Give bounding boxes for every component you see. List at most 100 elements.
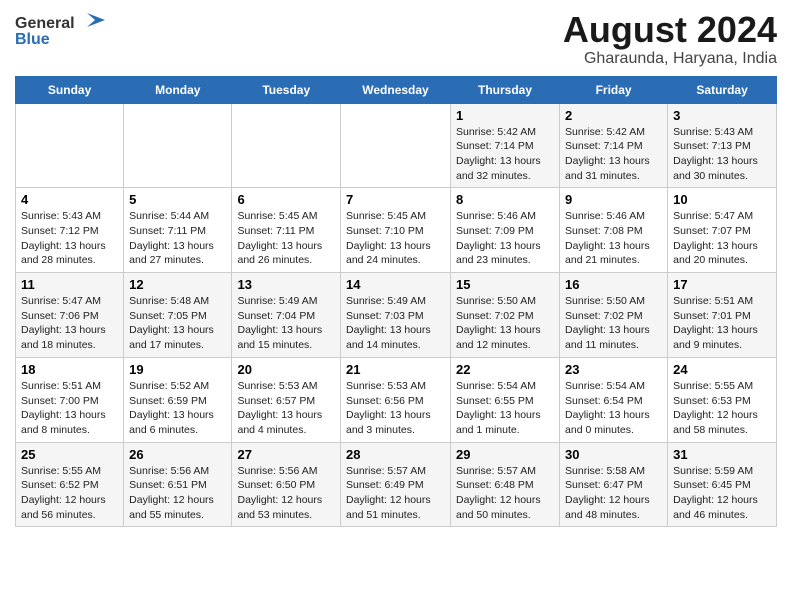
day-number: 14 bbox=[346, 277, 445, 292]
calendar-cell: 9 Sunrise: 5:46 AM Sunset: 7:08 PM Daylig… bbox=[560, 188, 668, 273]
calendar-cell: 8Sunrise: 5:46 AM Sunset: 7:09 PM Daylig… bbox=[451, 188, 560, 273]
day-info: Sunrise: 5:58 AM Sunset: 6:47 PM Dayligh… bbox=[565, 464, 662, 523]
day-number: 29 bbox=[456, 447, 554, 462]
calendar-cell bbox=[341, 103, 451, 188]
day-header-wednesday: Wednesday bbox=[341, 76, 451, 103]
calendar-cell: 6 Sunrise: 5:45 AM Sunset: 7:11 PM Daylig… bbox=[232, 188, 341, 273]
logo-svg: General Blue bbox=[15, 10, 125, 50]
day-number: 13 bbox=[237, 277, 335, 292]
day-info: Sunrise: 5:43 AM Sunset: 7:12 PM Dayligh… bbox=[21, 209, 118, 268]
day-info: Sunrise: 5:51 AM Sunset: 7:01 PM Dayligh… bbox=[673, 294, 771, 353]
header: General Blue August 2024 Gharaunda, Hary… bbox=[15, 10, 777, 68]
day-info: Sunrise: 5:51 AM Sunset: 7:00 PM Dayligh… bbox=[21, 379, 118, 438]
day-header-saturday: Saturday bbox=[668, 76, 777, 103]
day-info: Sunrise: 5:45 AM Sunset: 7:11 PM Dayligh… bbox=[237, 209, 335, 268]
day-info: Sunrise: 5:48 AM Sunset: 7:05 PM Dayligh… bbox=[129, 294, 226, 353]
calendar-cell: 27 Sunrise: 5:56 AM Sunset: 6:50 PM Dayli… bbox=[232, 442, 341, 527]
day-info: Sunrise: 5:59 AM Sunset: 6:45 PM Dayligh… bbox=[673, 464, 771, 523]
day-number: 25 bbox=[21, 447, 118, 462]
day-info: Sunrise: 5:47 AM Sunset: 7:07 PM Dayligh… bbox=[673, 209, 771, 268]
calendar-cell: 24 Sunrise: 5:55 AM Sunset: 6:53 PM Dayli… bbox=[668, 357, 777, 442]
calendar-cell: 20 Sunrise: 5:53 AM Sunset: 6:57 PM Dayli… bbox=[232, 357, 341, 442]
calendar-cell: 30 Sunrise: 5:58 AM Sunset: 6:47 PM Dayli… bbox=[560, 442, 668, 527]
calendar-table: SundayMondayTuesdayWednesdayThursdayFrid… bbox=[15, 76, 777, 528]
day-info: Sunrise: 5:43 AM Sunset: 7:13 PM Dayligh… bbox=[673, 125, 771, 184]
day-info: Sunrise: 5:55 AM Sunset: 6:53 PM Dayligh… bbox=[673, 379, 771, 438]
calendar-cell: 11 Sunrise: 5:47 AM Sunset: 7:06 PM Dayli… bbox=[16, 273, 124, 358]
calendar-cell: 3Sunrise: 5:43 AM Sunset: 7:13 PM Daylig… bbox=[668, 103, 777, 188]
day-info: Sunrise: 5:49 AM Sunset: 7:04 PM Dayligh… bbox=[237, 294, 335, 353]
day-number: 6 bbox=[237, 192, 335, 207]
calendar-cell bbox=[232, 103, 341, 188]
calendar-cell: 22Sunrise: 5:54 AM Sunset: 6:55 PM Dayli… bbox=[451, 357, 560, 442]
day-number: 5 bbox=[129, 192, 226, 207]
day-number: 1 bbox=[456, 108, 554, 123]
calendar-cell bbox=[124, 103, 232, 188]
day-info: Sunrise: 5:53 AM Sunset: 6:57 PM Dayligh… bbox=[237, 379, 335, 438]
day-header-friday: Friday bbox=[560, 76, 668, 103]
week-row-4: 18Sunrise: 5:51 AM Sunset: 7:00 PM Dayli… bbox=[16, 357, 777, 442]
day-info: Sunrise: 5:42 AM Sunset: 7:14 PM Dayligh… bbox=[565, 125, 662, 184]
day-info: Sunrise: 5:46 AM Sunset: 7:08 PM Dayligh… bbox=[565, 209, 662, 268]
calendar-cell: 19 Sunrise: 5:52 AM Sunset: 6:59 PM Dayli… bbox=[124, 357, 232, 442]
day-number: 30 bbox=[565, 447, 662, 462]
svg-text:General: General bbox=[15, 15, 75, 32]
calendar-cell: 17Sunrise: 5:51 AM Sunset: 7:01 PM Dayli… bbox=[668, 273, 777, 358]
svg-text:Blue: Blue bbox=[15, 31, 50, 48]
day-info: Sunrise: 5:50 AM Sunset: 7:02 PM Dayligh… bbox=[456, 294, 554, 353]
day-info: Sunrise: 5:45 AM Sunset: 7:10 PM Dayligh… bbox=[346, 209, 445, 268]
calendar-cell: 7 Sunrise: 5:45 AM Sunset: 7:10 PM Daylig… bbox=[341, 188, 451, 273]
calendar-cell: 14Sunrise: 5:49 AM Sunset: 7:03 PM Dayli… bbox=[341, 273, 451, 358]
day-info: Sunrise: 5:54 AM Sunset: 6:54 PM Dayligh… bbox=[565, 379, 662, 438]
day-header-tuesday: Tuesday bbox=[232, 76, 341, 103]
page-title: August 2024 bbox=[563, 10, 777, 50]
calendar-cell: 5 Sunrise: 5:44 AM Sunset: 7:11 PM Daylig… bbox=[124, 188, 232, 273]
day-info: Sunrise: 5:44 AM Sunset: 7:11 PM Dayligh… bbox=[129, 209, 226, 268]
day-info: Sunrise: 5:55 AM Sunset: 6:52 PM Dayligh… bbox=[21, 464, 118, 523]
day-info: Sunrise: 5:53 AM Sunset: 6:56 PM Dayligh… bbox=[346, 379, 445, 438]
day-header-row: SundayMondayTuesdayWednesdayThursdayFrid… bbox=[16, 76, 777, 103]
calendar-cell: 18Sunrise: 5:51 AM Sunset: 7:00 PM Dayli… bbox=[16, 357, 124, 442]
day-number: 16 bbox=[565, 277, 662, 292]
day-info: Sunrise: 5:57 AM Sunset: 6:48 PM Dayligh… bbox=[456, 464, 554, 523]
logo: General Blue bbox=[15, 10, 125, 50]
calendar-cell: 12 Sunrise: 5:48 AM Sunset: 7:05 PM Dayli… bbox=[124, 273, 232, 358]
calendar-cell: 29 Sunrise: 5:57 AM Sunset: 6:48 PM Dayli… bbox=[451, 442, 560, 527]
day-info: Sunrise: 5:46 AM Sunset: 7:09 PM Dayligh… bbox=[456, 209, 554, 268]
calendar-cell: 13 Sunrise: 5:49 AM Sunset: 7:04 PM Dayli… bbox=[232, 273, 341, 358]
day-info: Sunrise: 5:56 AM Sunset: 6:50 PM Dayligh… bbox=[237, 464, 335, 523]
day-number: 12 bbox=[129, 277, 226, 292]
day-info: Sunrise: 5:47 AM Sunset: 7:06 PM Dayligh… bbox=[21, 294, 118, 353]
calendar-cell: 4Sunrise: 5:43 AM Sunset: 7:12 PM Daylig… bbox=[16, 188, 124, 273]
day-number: 11 bbox=[21, 277, 118, 292]
day-info: Sunrise: 5:56 AM Sunset: 6:51 PM Dayligh… bbox=[129, 464, 226, 523]
day-number: 21 bbox=[346, 362, 445, 377]
day-number: 7 bbox=[346, 192, 445, 207]
week-row-1: 1 Sunrise: 5:42 AM Sunset: 7:14 PM Daylig… bbox=[16, 103, 777, 188]
calendar-cell: 31Sunrise: 5:59 AM Sunset: 6:45 PM Dayli… bbox=[668, 442, 777, 527]
calendar-cell: 23Sunrise: 5:54 AM Sunset: 6:54 PM Dayli… bbox=[560, 357, 668, 442]
calendar-cell bbox=[16, 103, 124, 188]
calendar-cell: 15 Sunrise: 5:50 AM Sunset: 7:02 PM Dayli… bbox=[451, 273, 560, 358]
day-info: Sunrise: 5:52 AM Sunset: 6:59 PM Dayligh… bbox=[129, 379, 226, 438]
day-number: 15 bbox=[456, 277, 554, 292]
week-row-5: 25 Sunrise: 5:55 AM Sunset: 6:52 PM Dayli… bbox=[16, 442, 777, 527]
calendar-cell: 26Sunrise: 5:56 AM Sunset: 6:51 PM Dayli… bbox=[124, 442, 232, 527]
day-number: 20 bbox=[237, 362, 335, 377]
day-header-sunday: Sunday bbox=[16, 76, 124, 103]
week-row-3: 11 Sunrise: 5:47 AM Sunset: 7:06 PM Dayli… bbox=[16, 273, 777, 358]
calendar-cell: 25 Sunrise: 5:55 AM Sunset: 6:52 PM Dayli… bbox=[16, 442, 124, 527]
day-number: 2 bbox=[565, 108, 662, 123]
day-number: 19 bbox=[129, 362, 226, 377]
day-number: 28 bbox=[346, 447, 445, 462]
title-block: August 2024 Gharaunda, Haryana, India bbox=[563, 10, 777, 68]
calendar-cell: 10Sunrise: 5:47 AM Sunset: 7:07 PM Dayli… bbox=[668, 188, 777, 273]
day-number: 22 bbox=[456, 362, 554, 377]
day-number: 9 bbox=[565, 192, 662, 207]
day-info: Sunrise: 5:42 AM Sunset: 7:14 PM Dayligh… bbox=[456, 125, 554, 184]
page-subtitle: Gharaunda, Haryana, India bbox=[563, 50, 777, 68]
day-header-thursday: Thursday bbox=[451, 76, 560, 103]
day-number: 27 bbox=[237, 447, 335, 462]
calendar-cell: 1 Sunrise: 5:42 AM Sunset: 7:14 PM Daylig… bbox=[451, 103, 560, 188]
day-number: 24 bbox=[673, 362, 771, 377]
